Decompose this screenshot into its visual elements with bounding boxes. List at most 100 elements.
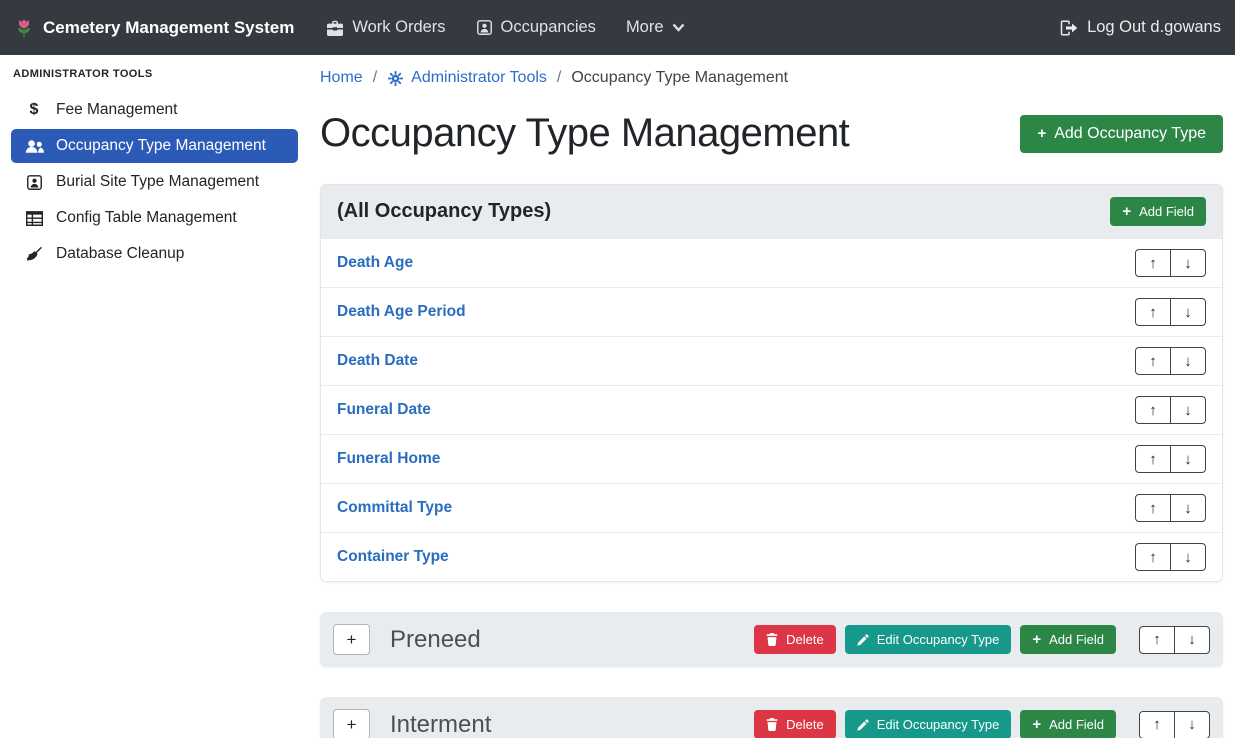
pencil-icon <box>857 719 869 731</box>
move-down-button[interactable]: ↓ <box>1170 445 1206 473</box>
arrow-up-icon: ↑ <box>1153 716 1161 733</box>
field-link[interactable]: Funeral Date <box>337 401 431 419</box>
edit-occupancy-type-button[interactable]: Edit Occupancy Type <box>845 625 1012 654</box>
nav-more[interactable]: More <box>626 18 685 37</box>
add-field-button[interactable]: + Add Field <box>1020 710 1116 738</box>
table-icon <box>24 211 44 226</box>
field-link[interactable]: Death Age Period <box>337 303 466 321</box>
move-down-button[interactable]: ↓ <box>1170 298 1206 326</box>
section-title: Interment <box>390 711 491 738</box>
arrow-down-icon: ↓ <box>1184 304 1192 321</box>
move-up-button[interactable]: ↑ <box>1135 396 1171 424</box>
plus-icon: + <box>1032 632 1041 647</box>
move-up-button[interactable]: ↑ <box>1139 626 1175 654</box>
section-actions: Delete Edit Occupancy Type + Add Field ↑… <box>754 625 1210 654</box>
arrow-down-icon: ↓ <box>1184 353 1192 370</box>
arrow-up-icon: ↑ <box>1149 402 1157 419</box>
dollar-icon: $ <box>24 102 44 118</box>
nav-work-orders[interactable]: Work Orders <box>326 18 445 37</box>
logout-link[interactable]: Log Out d.gowans <box>1060 18 1221 37</box>
move-up-button[interactable]: ↑ <box>1135 298 1171 326</box>
plus-icon: + <box>1032 717 1041 732</box>
add-field-button[interactable]: + Add Field <box>1110 197 1206 226</box>
button-label: Add Occupancy Type <box>1054 125 1206 143</box>
plus-icon: + <box>347 630 357 650</box>
button-label: Add Field <box>1139 204 1194 219</box>
expand-button[interactable]: + <box>333 709 370 738</box>
brand-title: Cemetery Management System <box>43 18 294 38</box>
sidebar-item-config-table-management[interactable]: Config Table Management <box>11 201 298 235</box>
sidebar-item-fee-management[interactable]: $ Fee Management <box>11 93 298 127</box>
field-link[interactable]: Container Type <box>337 548 449 566</box>
page-layout: ADMINISTRATOR TOOLS $ Fee Management Occ… <box>0 55 1235 738</box>
move-down-button[interactable]: ↓ <box>1170 396 1206 424</box>
field-row: Death Date ↑ ↓ <box>321 336 1222 385</box>
sidebar-item-burial-site-type-management[interactable]: Burial Site Type Management <box>11 165 298 199</box>
toolbox-icon <box>326 20 344 36</box>
sidebar: ADMINISTRATOR TOOLS $ Fee Management Occ… <box>0 55 309 738</box>
breadcrumb-separator: / <box>373 69 377 87</box>
sidebar-item-label: Fee Management <box>56 101 178 119</box>
field-row: Committal Type ↑ ↓ <box>321 483 1222 532</box>
breadcrumb-current: Occupancy Type Management <box>571 69 788 87</box>
delete-button[interactable]: Delete <box>754 710 836 738</box>
sidebar-item-label: Config Table Management <box>56 209 237 227</box>
arrow-up-icon: ↑ <box>1149 451 1157 468</box>
move-up-button[interactable]: ↑ <box>1135 494 1171 522</box>
field-row: Funeral Date ↑ ↓ <box>321 385 1222 434</box>
breadcrumb-admin-tools-link[interactable]: Administrator Tools <box>387 69 547 87</box>
all-occupancy-types-card: (All Occupancy Types) + Add Field Death … <box>320 184 1223 582</box>
delete-button[interactable]: Delete <box>754 625 836 654</box>
field-row: Funeral Home ↑ ↓ <box>321 434 1222 483</box>
arrow-up-icon: ↑ <box>1149 304 1157 321</box>
arrow-down-icon: ↓ <box>1188 631 1196 648</box>
pencil-icon <box>857 634 869 646</box>
reorder-group: ↑ ↓ <box>1135 298 1206 326</box>
sidebar-item-database-cleanup[interactable]: Database Cleanup <box>11 237 298 271</box>
tulip-logo-icon <box>14 17 34 39</box>
section-interment: + Interment Delete Edit Occupancy Type +… <box>320 697 1223 738</box>
nav-label: Work Orders <box>352 18 445 37</box>
button-label: Edit Occupancy Type <box>877 632 1000 647</box>
field-link[interactable]: Death Date <box>337 352 418 370</box>
breadcrumb: Home / Administrator Tools / Occupancy T… <box>320 69 1223 87</box>
move-up-button[interactable]: ↑ <box>1135 445 1171 473</box>
move-up-button[interactable]: ↑ <box>1139 711 1175 738</box>
move-down-button[interactable]: ↓ <box>1170 347 1206 375</box>
edit-occupancy-type-button[interactable]: Edit Occupancy Type <box>845 710 1012 738</box>
sidebar-item-occupancy-type-management[interactable]: Occupancy Type Management <box>11 129 298 163</box>
breadcrumb-home-link[interactable]: Home <box>320 69 363 87</box>
person-frame-icon <box>476 19 493 36</box>
plus-icon: + <box>1037 126 1046 141</box>
field-row: Container Type ↑ ↓ <box>321 532 1222 581</box>
reorder-group: ↑ ↓ <box>1135 396 1206 424</box>
arrow-up-icon: ↑ <box>1149 500 1157 517</box>
sidebar-item-label: Burial Site Type Management <box>56 173 259 191</box>
field-link[interactable]: Funeral Home <box>337 450 440 468</box>
move-down-button[interactable]: ↓ <box>1170 494 1206 522</box>
button-label: Add Field <box>1049 632 1104 647</box>
section-title: Preneed <box>390 626 481 654</box>
add-field-button[interactable]: + Add Field <box>1020 625 1116 654</box>
chevron-down-icon <box>672 23 685 32</box>
move-down-button[interactable]: ↓ <box>1170 543 1206 571</box>
move-up-button[interactable]: ↑ <box>1135 347 1171 375</box>
move-up-button[interactable]: ↑ <box>1135 249 1171 277</box>
section-actions: Delete Edit Occupancy Type + Add Field ↑… <box>754 710 1210 738</box>
move-down-button[interactable]: ↓ <box>1174 626 1210 654</box>
arrow-up-icon: ↑ <box>1149 549 1157 566</box>
move-down-button[interactable]: ↓ <box>1174 711 1210 738</box>
field-link[interactable]: Committal Type <box>337 499 452 517</box>
all-occupancy-types-header: (All Occupancy Types) + Add Field <box>321 185 1222 238</box>
title-row: Occupancy Type Management + Add Occupanc… <box>320 111 1223 156</box>
move-down-button[interactable]: ↓ <box>1170 249 1206 277</box>
button-label: Delete <box>786 717 824 732</box>
reorder-group: ↑ ↓ <box>1139 711 1210 738</box>
field-link[interactable]: Death Age <box>337 254 413 272</box>
arrow-up-icon: ↑ <box>1149 255 1157 272</box>
nav-occupancies[interactable]: Occupancies <box>476 18 596 37</box>
expand-button[interactable]: + <box>333 624 370 655</box>
logout-icon <box>1060 20 1078 36</box>
add-occupancy-type-button[interactable]: + Add Occupancy Type <box>1020 115 1223 153</box>
move-up-button[interactable]: ↑ <box>1135 543 1171 571</box>
